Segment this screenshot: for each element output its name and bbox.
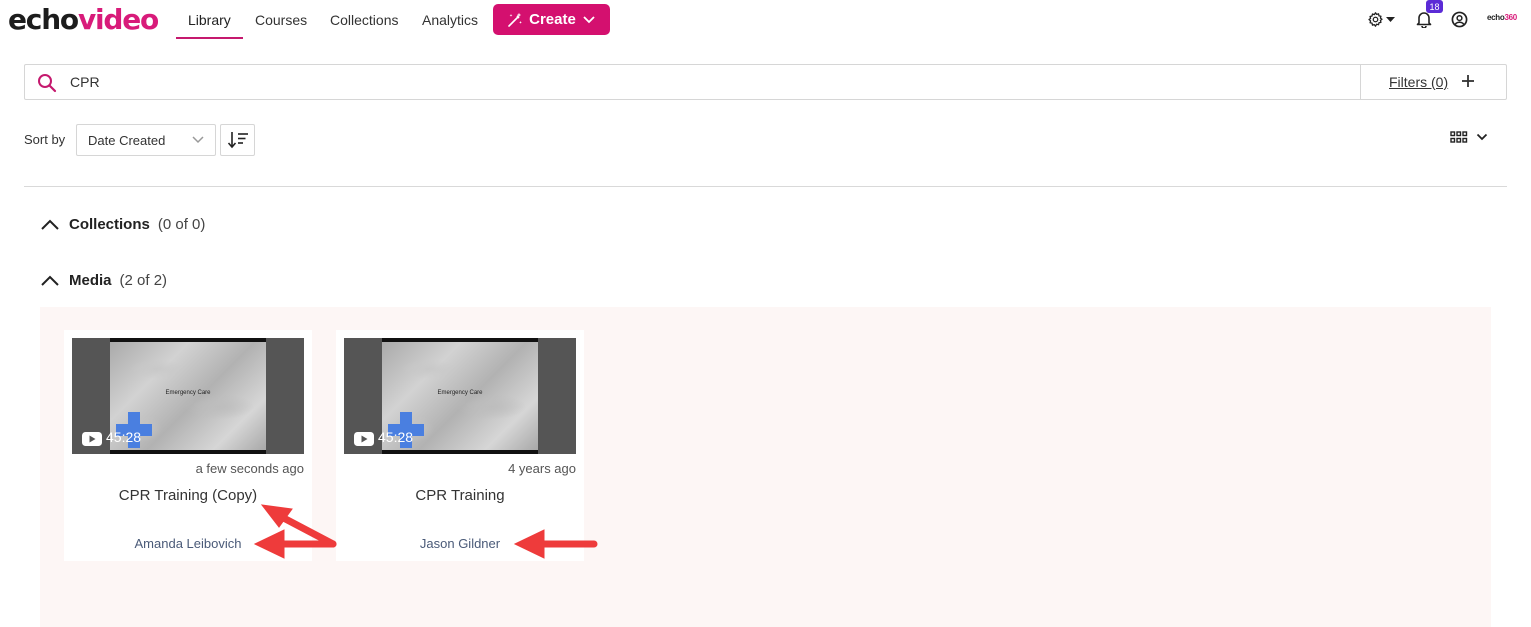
- media-card[interactable]: Emergency Care 45:28 a few seconds ago C…: [64, 330, 312, 561]
- media-owner: Jason Gildner: [419, 536, 501, 551]
- media-created-time: a few seconds ago: [195, 461, 304, 476]
- chevron-down-icon: [1476, 133, 1488, 141]
- slide-text: Emergency Care: [437, 390, 483, 396]
- media-card[interactable]: Emergency Care 45:28 4 years ago CPR Tra…: [336, 330, 584, 561]
- user-menu-button[interactable]: [1451, 11, 1468, 28]
- grid-view-icon: [1450, 131, 1468, 143]
- media-section-title: Media: [69, 272, 112, 289]
- top-header: echovideo Library Courses Collections An…: [0, 0, 1531, 44]
- collections-section-header[interactable]: Collections (0 of 0): [40, 216, 205, 233]
- echovideo-logo[interactable]: echovideo: [8, 3, 159, 36]
- video-duration: 45:28: [378, 429, 414, 445]
- plus-icon[interactable]: [1459, 72, 1477, 90]
- media-owner: Amanda Leibovich: [134, 536, 242, 551]
- play-icon: [82, 432, 102, 446]
- nav-courses[interactable]: Courses: [255, 12, 307, 28]
- chevron-up-icon: [41, 219, 59, 230]
- notification-count-badge: 18: [1426, 0, 1443, 13]
- echo360-logo-part2: 360: [1504, 13, 1517, 22]
- video-thumbnail[interactable]: Emergency Care 45:28: [344, 338, 576, 454]
- nav-collections[interactable]: Collections: [330, 12, 398, 28]
- caret-down-icon: [1386, 16, 1395, 22]
- media-title[interactable]: CPR Training: [336, 487, 584, 504]
- search-input[interactable]: [70, 72, 1350, 92]
- collections-section-count: (0 of 0): [157, 216, 206, 233]
- logo-part-video: video: [77, 3, 159, 36]
- search-bar: Filters (0): [24, 64, 1507, 100]
- echo360-logo[interactable]: echo360: [1487, 13, 1517, 22]
- filters-link[interactable]: Filters (0): [1389, 74, 1448, 90]
- sort-select[interactable]: Date Created: [76, 124, 216, 156]
- echo360-logo-part1: echo: [1487, 13, 1505, 22]
- nav-library[interactable]: Library: [188, 12, 231, 28]
- slide-text: Emergency Care: [165, 390, 211, 396]
- sort-order-icon: [227, 132, 248, 149]
- sort-by-label: Sort by: [24, 132, 66, 147]
- sort-selected-value: Date Created: [88, 133, 166, 148]
- gear-icon: [1368, 12, 1383, 27]
- create-button[interactable]: Create: [493, 4, 610, 35]
- logo-part-echo: echo: [8, 3, 79, 36]
- video-duration: 45:28: [106, 429, 142, 445]
- nav-active-indicator: [176, 37, 243, 39]
- chevron-up-icon: [41, 275, 59, 286]
- view-mode-toggle[interactable]: [1450, 131, 1488, 143]
- wand-icon: [508, 12, 523, 27]
- search-icon: [38, 74, 57, 93]
- content-divider: [24, 186, 1507, 187]
- video-thumbnail[interactable]: Emergency Care 45:28: [72, 338, 304, 454]
- media-title[interactable]: CPR Training (Copy): [64, 487, 312, 504]
- create-button-label: Create: [529, 11, 576, 28]
- nav-analytics[interactable]: Analytics: [422, 12, 478, 28]
- chevron-down-icon: [192, 136, 204, 144]
- settings-menu[interactable]: [1367, 11, 1395, 28]
- media-section-count: (2 of 2): [119, 272, 168, 289]
- media-created-time: 4 years ago: [508, 461, 576, 476]
- sort-order-button[interactable]: [220, 124, 255, 156]
- media-section-header[interactable]: Media (2 of 2): [40, 272, 167, 289]
- play-icon: [354, 432, 374, 446]
- user-circle-icon: [1451, 11, 1468, 28]
- collections-section-title: Collections: [69, 216, 150, 233]
- search-divider: [1360, 65, 1361, 99]
- chevron-down-icon: [583, 15, 595, 23]
